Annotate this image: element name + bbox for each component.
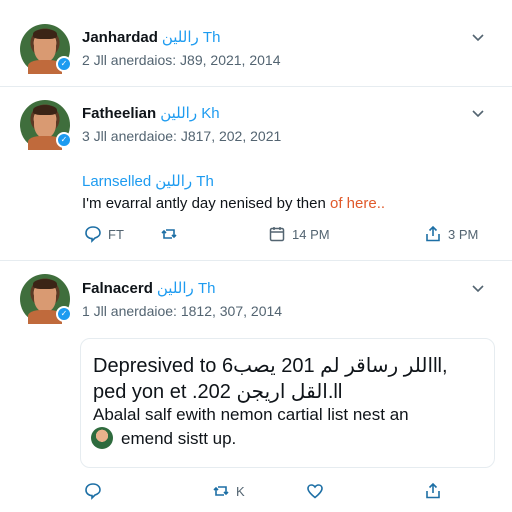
divider bbox=[0, 86, 512, 87]
avatar[interactable]: ✓ bbox=[20, 24, 72, 74]
avatar[interactable]: ✓ bbox=[20, 100, 72, 150]
reply-bubble-icon bbox=[85, 226, 101, 243]
card-line-3: Abalal salf ewith nemon cartial list nes… bbox=[93, 405, 409, 424]
chevron-down-icon[interactable] bbox=[471, 107, 485, 121]
mini-avatar bbox=[91, 427, 113, 449]
verified-badge-icon: ✓ bbox=[56, 56, 72, 72]
verified-badge-icon: ✓ bbox=[56, 132, 72, 148]
retweet-button[interactable]: K bbox=[212, 482, 245, 500]
handle-suffix: ﺭﺍﻟﻠﻴﻦ Th bbox=[161, 29, 221, 46]
like-button[interactable] bbox=[306, 482, 330, 500]
reply-to-link[interactable]: Larnselled ﺭﺍﻟﻠﻴﻦ Th bbox=[82, 172, 214, 190]
schedule-button[interactable]: 14 PM bbox=[268, 225, 330, 243]
avatar[interactable]: ✓ bbox=[20, 274, 72, 324]
chevron-down-icon[interactable] bbox=[471, 282, 485, 296]
handle-suffix: ﺭﺍﻟﻠﻴﻦ Th bbox=[156, 280, 216, 297]
display-name[interactable]: Janhardad ﺭﺍﻟﻠﻴﻦ Th bbox=[82, 28, 220, 46]
display-name[interactable]: Fatheelian ﺭﺍﻟﻠﻴﻦ Kh bbox=[82, 104, 220, 122]
divider bbox=[0, 260, 512, 261]
reply-button[interactable] bbox=[84, 482, 108, 500]
verified-badge-icon: ✓ bbox=[56, 306, 72, 322]
chevron-down-icon[interactable] bbox=[471, 31, 485, 45]
tweet-meta: 2 Jll anerdaios: J89, 2021, 2014 bbox=[82, 52, 281, 68]
tweet-meta: 1 Jll anerdaioe: 1812, 307, 2014 bbox=[82, 303, 283, 319]
tweet-meta: 3 Jll anerdaioe: J817, 202, 2021 bbox=[82, 128, 282, 144]
retweet-count: K bbox=[236, 483, 245, 499]
share-icon bbox=[426, 225, 440, 242]
share-icon bbox=[426, 482, 440, 499]
card-line-2: ped yon et .202 ﺍﻟﻘﻞ ﺍﺭﻳﺠﻦ.ll bbox=[93, 381, 343, 403]
retweet-icon bbox=[213, 486, 229, 496]
calendar-icon bbox=[269, 227, 285, 242]
schedule-time: 14 PM bbox=[292, 226, 330, 242]
share-button[interactable] bbox=[424, 482, 448, 500]
reply-bubble-icon bbox=[85, 483, 101, 500]
reply-count: FT bbox=[108, 226, 124, 242]
share-time: 3 PM bbox=[448, 226, 479, 242]
card-line-4: emend sistt up. bbox=[121, 429, 237, 448]
quoted-card[interactable]: Depresived to ﺍﻟﻠﺮ ﺭﺳﺎﻗﺮ ﻟﻢ 201 ﻳﺼﺐ6ll, … bbox=[80, 338, 495, 468]
retweet-icon bbox=[161, 229, 177, 239]
share-button[interactable]: 3 PM bbox=[424, 225, 478, 243]
handle-suffix: ﺭﺍﻟﻠﻴﻦ Kh bbox=[160, 105, 220, 122]
reply-button[interactable]: FT bbox=[84, 225, 124, 243]
retweet-button[interactable] bbox=[160, 225, 184, 243]
highlighted-link[interactable]: of here.. bbox=[330, 195, 385, 212]
heart-icon bbox=[307, 484, 323, 499]
tweet-text: I'm evarral antly day nenised by then of… bbox=[82, 195, 386, 212]
display-name[interactable]: Falnacerd ﺭﺍﻟﻠﻴﻦ Th bbox=[82, 279, 215, 297]
card-line-1: Depresived to ﺍﻟﻠﺮ ﺭﺳﺎﻗﺮ ﻟﻢ 201 ﻳﺼﺐ6ll, bbox=[93, 355, 448, 377]
